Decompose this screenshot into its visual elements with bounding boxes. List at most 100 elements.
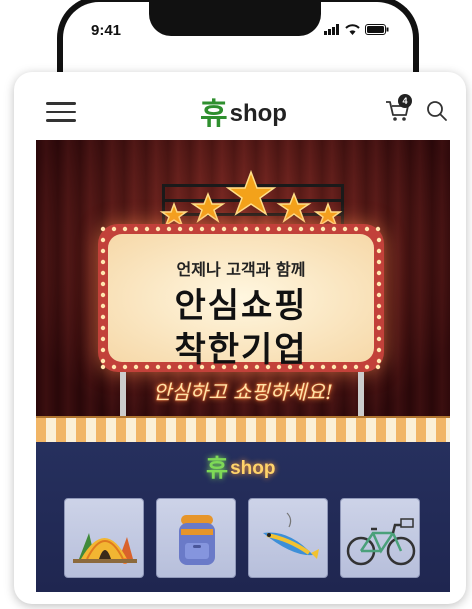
marquee-bulb (100, 248, 106, 254)
marquee-bulb (133, 226, 139, 232)
marquee-bulb (188, 226, 194, 232)
marquee-bulb (364, 364, 370, 370)
marquee-bulb (331, 226, 337, 232)
marquee-bulb (353, 226, 359, 232)
logo-mark: 휴 (200, 97, 228, 132)
marquee-bulb (353, 364, 359, 370)
marquee-bulb (155, 226, 161, 232)
marquee-bulb (376, 347, 382, 353)
marquee-bulb (133, 364, 139, 370)
marquee-bulb (320, 364, 326, 370)
hero-banner[interactable]: 언제나 고객과 함께 안심쇼핑 착한기업 안심하고 쇼핑하세요! 휴 shop (36, 140, 450, 592)
neon-logo-text: shop (230, 458, 276, 479)
battery-icon (365, 24, 389, 35)
app-screen: 휴 shop 4 언제나 고객과 함께 안심쇼핑 착한기업 안심하고 쇼핑하세요… (14, 72, 466, 604)
neon-logo-mark: 휴 (206, 453, 229, 482)
marquee-bulb (375, 364, 381, 370)
marquee-bulb (309, 364, 315, 370)
marquee-bulb (376, 325, 382, 331)
marquee-bulb (122, 226, 128, 232)
marquee-bulb (265, 226, 271, 232)
marquee-bulb (177, 364, 183, 370)
status-icons (324, 24, 389, 35)
marquee-bulb (155, 364, 161, 370)
stage-curtain-background: 언제나 고객과 함께 안심쇼핑 착한기업 안심하고 쇼핑하세요! (36, 140, 450, 425)
marquee-bulb (221, 364, 227, 370)
marquee-bulb (122, 364, 128, 370)
marquee-bulb (166, 226, 172, 232)
marquee-bulb (376, 358, 382, 364)
marquee-bulb (376, 270, 382, 276)
cart-button[interactable]: 4 (384, 94, 414, 126)
marquee-bulb (221, 226, 227, 232)
marquee-bulb (100, 292, 106, 298)
tent-camping-icon (73, 533, 137, 564)
marquee-bulb (364, 226, 370, 232)
marquee-bulb (199, 226, 205, 232)
category-tile-camping[interactable] (64, 498, 144, 578)
phone-notch (149, 0, 321, 36)
marquee-bulbs (100, 226, 382, 370)
brand-logo[interactable]: 휴 shop (200, 86, 287, 130)
marquee-bulb (376, 237, 382, 243)
marquee-bulb (287, 364, 293, 370)
backpack-icon (179, 515, 215, 565)
marquee-bulb (100, 237, 106, 243)
marquee-sign: 언제나 고객과 함께 안심쇼핑 착한기업 (98, 224, 384, 372)
marquee-bulb (254, 226, 260, 232)
marquee-bulb (199, 364, 205, 370)
search-button[interactable] (424, 98, 450, 124)
marquee-bulb (100, 336, 106, 342)
marquee-bulb (254, 364, 260, 370)
category-tile-bicycle[interactable] (340, 498, 420, 578)
marquee-bulb (100, 226, 106, 232)
banner-tagline: 안심하고 쇼핑하세요! (153, 380, 333, 404)
marquee-bulb (375, 226, 381, 232)
marquee-bulb (188, 364, 194, 370)
marquee-bulb (232, 364, 238, 370)
shop-storefront: 휴 shop (36, 442, 450, 592)
marquee-bulb (376, 248, 382, 254)
marquee-bulb (111, 364, 117, 370)
hamburger-menu-icon[interactable] (46, 102, 76, 124)
marquee-bulb (309, 226, 315, 232)
marquee-bulb (276, 364, 282, 370)
striped-awning (36, 418, 450, 442)
marquee-bulb (100, 347, 106, 353)
marquee-bulb (243, 226, 249, 232)
marquee-bulb (210, 226, 216, 232)
logo-text: shop (229, 100, 287, 127)
category-tile-backpack[interactable] (156, 498, 236, 578)
marquee-bulb (100, 358, 106, 364)
marquee-bulb (144, 226, 150, 232)
marquee-bulb (100, 314, 106, 320)
marquee-bulb (376, 281, 382, 287)
marquee-bulb (276, 226, 282, 232)
marquee-bulb (144, 364, 150, 370)
marquee-bulb (376, 303, 382, 309)
marquee-bulb (210, 364, 216, 370)
search-icon (427, 101, 447, 121)
marquee-bulb (166, 364, 172, 370)
marquee-bulb (342, 226, 348, 232)
marquee-bulb (331, 364, 337, 370)
marquee-stars-icon (159, 169, 343, 226)
cart-count-badge: 4 (398, 94, 412, 108)
marquee-bulb (287, 226, 293, 232)
marquee-bulb (298, 226, 304, 232)
category-tiles (64, 498, 420, 578)
app-header: 휴 shop 4 (14, 72, 466, 140)
marquee-bulb (243, 364, 249, 370)
status-time: 9:41 (91, 22, 122, 39)
marquee-bulb (320, 226, 326, 232)
wifi-icon (345, 24, 360, 35)
category-tile-fishing[interactable] (248, 498, 328, 578)
marquee-bulb (100, 281, 106, 287)
bicycle-icon (346, 518, 416, 566)
neon-shop-logo: 휴 shop (206, 456, 275, 480)
marquee-bulb (100, 364, 106, 370)
marquee-bulb (342, 364, 348, 370)
marquee-bulb (376, 314, 382, 320)
marquee-bulb (100, 259, 106, 265)
marquee-bulb (111, 226, 117, 232)
